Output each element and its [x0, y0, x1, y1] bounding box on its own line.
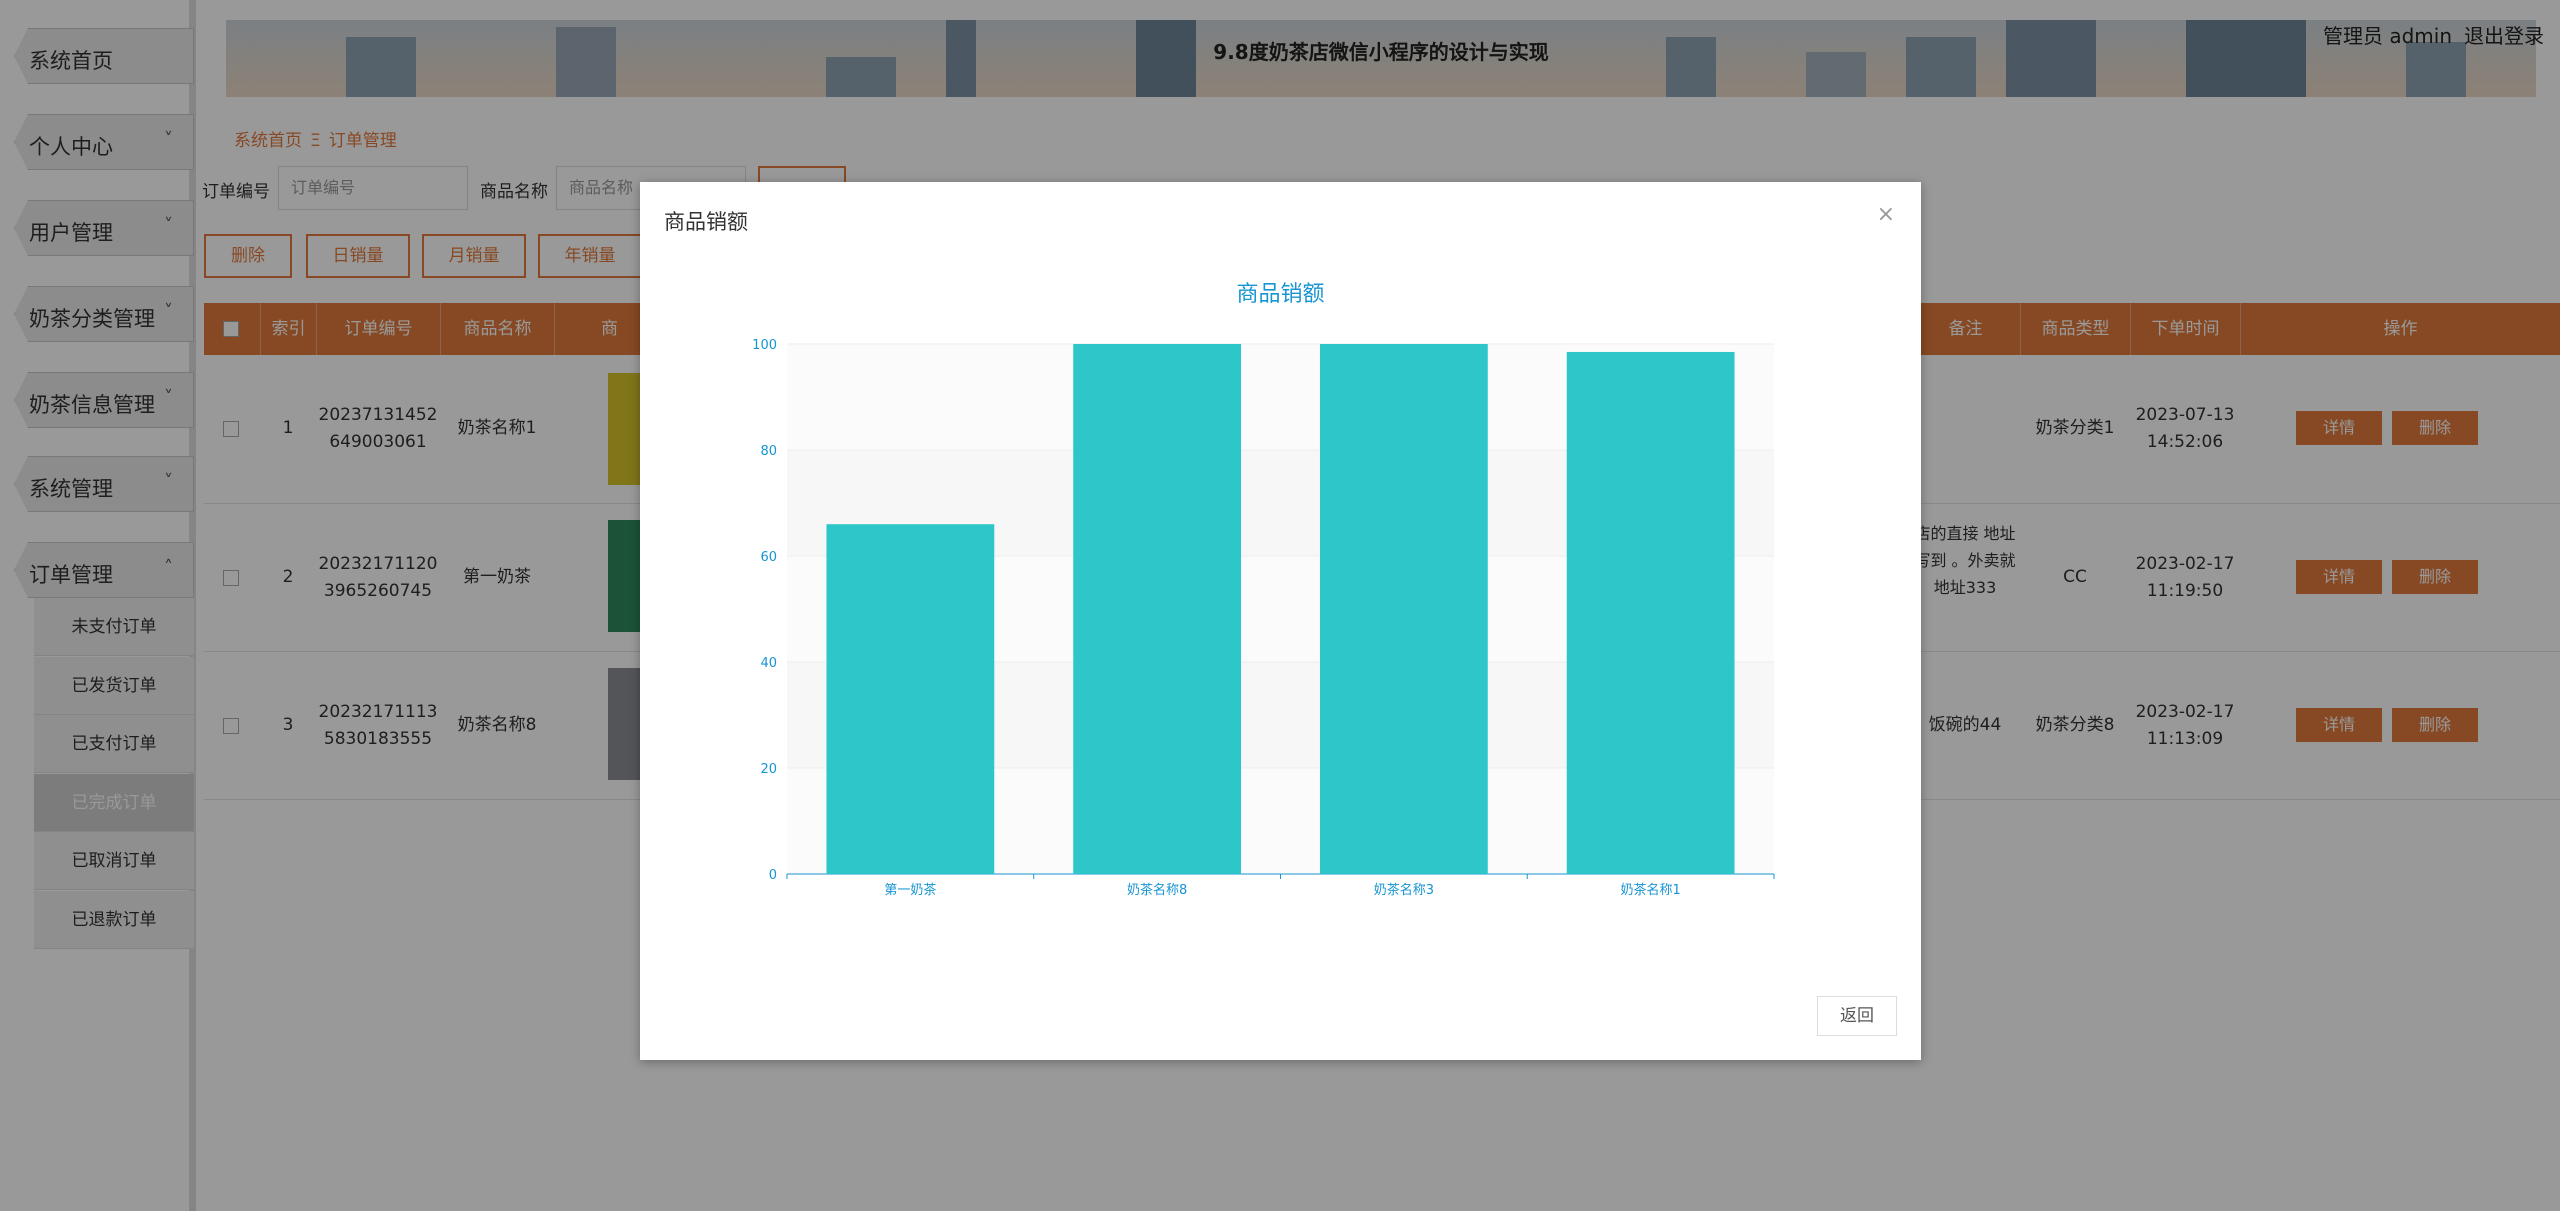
y-tick-label: 40 — [760, 656, 777, 671]
bar — [1073, 344, 1242, 874]
y-tick-label: 80 — [760, 444, 777, 459]
y-tick-label: 100 — [752, 338, 777, 353]
return-button[interactable]: 返回 — [1817, 996, 1897, 1036]
chart-title: 商品销额 — [1236, 282, 1325, 307]
sales-chart: 0 20 40 60 80 100 第一奶茶 奶茶名称8 奶茶名称3 奶茶名称1 — [752, 338, 1775, 898]
bar — [826, 524, 995, 874]
bar — [1566, 351, 1735, 874]
sales-modal: 商品销额 × 0 20 40 60 80 100 第一奶茶 奶茶名称8 奶茶名称3 奶茶名称1 商… — [640, 182, 1921, 1060]
x-tick-label: 奶茶名称1 — [1620, 882, 1680, 898]
x-tick-label: 第一奶茶 — [884, 882, 936, 898]
y-tick-label: 0 — [769, 868, 777, 883]
y-tick-label: 20 — [760, 762, 777, 777]
x-tick-label: 奶茶名称8 — [1127, 882, 1187, 898]
y-tick-label: 60 — [760, 550, 777, 565]
bar — [1319, 344, 1488, 874]
x-tick-label: 奶茶名称3 — [1374, 882, 1434, 898]
